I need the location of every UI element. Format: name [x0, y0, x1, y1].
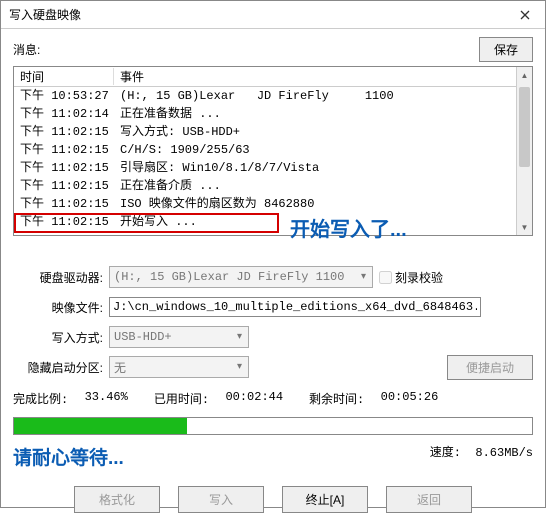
info-label: 消息:: [13, 41, 40, 58]
speed-value: 8.63MB/s: [475, 446, 533, 460]
scroll-down-icon[interactable]: ▼: [517, 219, 532, 235]
column-time[interactable]: 时间: [14, 68, 114, 85]
abort-button[interactable]: 终止[A]: [282, 486, 368, 513]
close-button[interactable]: [505, 1, 545, 28]
close-icon: [520, 10, 530, 20]
annotation-please-wait: 请耐心等待...: [13, 443, 124, 470]
format-button: 格式化: [74, 486, 160, 513]
log-row: 下午 11:02:15C/H/S: 1909/255/63: [14, 141, 516, 159]
progress-bar: [13, 417, 533, 435]
button-row: 格式化 写入 终止[A] 返回: [13, 486, 533, 513]
scroll-thumb[interactable]: [519, 87, 530, 167]
scroll-up-icon[interactable]: ▲: [517, 67, 532, 83]
speed-label: 速度:: [430, 446, 461, 460]
back-button: 返回: [386, 486, 472, 513]
window-title: 写入硬盘映像: [9, 6, 81, 23]
elapsed-label: 已用时间:: [154, 390, 209, 407]
log-panel: 时间 事件 下午 10:53:27(H:, 15 GB)Lexar JD Fir…: [13, 66, 533, 236]
log-row: 下午 11:02:15引导扇区: Win10/8.1/8/7/Vista: [14, 159, 516, 177]
form-area: 硬盘驱动器: (H:, 15 GB)Lexar JD FireFly 1100 …: [13, 264, 533, 384]
drive-label: 硬盘驱动器:: [13, 269, 109, 286]
log-row: 下午 11:02:15写入方式: USB-HDD+: [14, 123, 516, 141]
stats-row: 完成比例: 33.46% 已用时间: 00:02:44 剩余时间: 00:05:…: [13, 390, 533, 407]
burn-verify-checkbox[interactable]: 刻录校验: [379, 269, 443, 286]
dialog-window: 写入硬盘映像 消息: 保存 时间 事件 下午 10:53:27(H:, 15 G…: [0, 0, 546, 508]
titlebar: 写入硬盘映像: [1, 1, 545, 29]
log-row: 下午 10:53:27(H:, 15 GB)Lexar JD FireFly 1…: [14, 87, 516, 105]
log-row: 下午 11:02:14正在准备数据 ...: [14, 105, 516, 123]
log-row: 下午 11:02:15正在准备介质 ...: [14, 177, 516, 195]
write-mode-select: USB-HDD+: [109, 326, 249, 348]
hidden-partition-select: 无: [109, 356, 249, 378]
remaining-label: 剩余时间:: [309, 390, 364, 407]
write-mode-label: 写入方式:: [13, 329, 109, 346]
log-row: 下午 11:02:15ISO 映像文件的扇区数为 8462880: [14, 195, 516, 213]
burn-verify-input: [379, 271, 392, 284]
percent-value: 33.46%: [85, 390, 128, 407]
save-button[interactable]: 保存: [479, 37, 533, 62]
progress-fill: [14, 418, 187, 434]
log-header: 时间 事件: [14, 67, 516, 87]
hidden-partition-label: 隐藏启动分区:: [13, 359, 109, 376]
remaining-value: 00:05:26: [381, 390, 439, 407]
write-button: 写入: [178, 486, 264, 513]
image-label: 映像文件:: [13, 299, 109, 316]
log-scrollbar[interactable]: ▲ ▼: [516, 67, 532, 235]
percent-label: 完成比例:: [13, 390, 68, 407]
quick-boot-button: 便捷启动: [447, 355, 533, 380]
column-event[interactable]: 事件: [114, 68, 516, 85]
elapsed-value: 00:02:44: [225, 390, 283, 407]
log-row: 下午 11:02:15开始写入 ...: [14, 213, 516, 231]
log-rows: 下午 10:53:27(H:, 15 GB)Lexar JD FireFly 1…: [14, 87, 516, 231]
image-path-field[interactable]: [109, 297, 481, 317]
drive-select: (H:, 15 GB)Lexar JD FireFly 1100: [109, 266, 373, 288]
annotation-start-writing: 开始写入了...: [290, 213, 407, 242]
